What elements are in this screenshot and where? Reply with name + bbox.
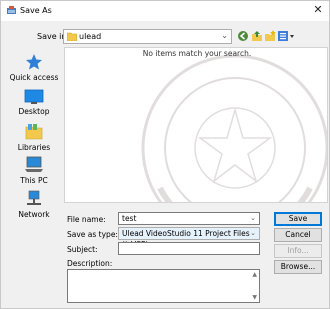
app-icon [6,5,17,16]
place-quick-access[interactable]: Quick access [5,53,63,82]
up-folder-icon[interactable] [251,30,263,42]
file-name-label: File name: [67,215,106,224]
place-this-pc[interactable]: This PC [5,156,63,185]
star-icon [26,54,42,70]
subject-field[interactable] [118,242,260,255]
file-list[interactable]: No items match your search. [64,47,328,203]
place-label: Quick access [9,73,59,82]
browse-button[interactable]: Browse... [274,260,322,274]
info-button[interactable]: Info... [274,244,322,258]
save-as-type-label: Save as type: [67,230,118,239]
file-name-field[interactable]: test ⌄ [118,212,260,225]
new-folder-icon[interactable] [264,30,276,42]
places-bar: Quick access Desktop Libraries This PC N… [5,47,63,257]
cancel-button[interactable]: Cancel [274,228,322,242]
scroll-up-icon[interactable]: ▲ [252,271,257,278]
place-libraries[interactable]: Libraries [5,123,63,152]
save-as-type-dropdown[interactable]: Ulead VideoStudio 11 Project Files (*.VS… [118,227,260,249]
description-field[interactable]: ▲ ▼ [67,269,260,303]
place-label: Desktop [18,107,50,116]
libraries-icon [25,124,43,140]
save-as-dialog: Save As ✕ Save in ulead ⌄ Quick access D… [0,0,330,309]
save-button[interactable]: Save [274,212,322,226]
save-in-value: ulead [79,32,102,41]
place-network[interactable]: Network [5,190,63,219]
computer-icon [25,156,43,172]
network-icon [27,190,41,205]
view-menu-icon[interactable] [277,30,295,42]
chevron-down-icon: ⌄ [250,229,256,237]
file-name-value: test [122,214,137,223]
chevron-down-icon: ⌄ [221,31,228,40]
place-label: Libraries [17,143,51,152]
save-in-dropdown[interactable]: ulead ⌄ [63,29,232,44]
place-label: Network [18,210,50,219]
scroll-down-icon[interactable]: ▼ [252,294,257,301]
title-bar: Save As ✕ [1,1,329,21]
close-icon[interactable]: ✕ [311,3,325,17]
desktop-icon [24,89,44,104]
subject-label: Subject: [67,245,98,254]
place-desktop[interactable]: Desktop [5,89,63,116]
description-label: Description: [67,259,113,268]
folder-icon [66,32,78,42]
window-title: Save As [20,6,52,15]
place-label: This PC [20,176,48,185]
chevron-down-icon: ⌄ [250,214,256,222]
watermark-seal [141,54,327,202]
back-icon[interactable] [237,30,249,42]
